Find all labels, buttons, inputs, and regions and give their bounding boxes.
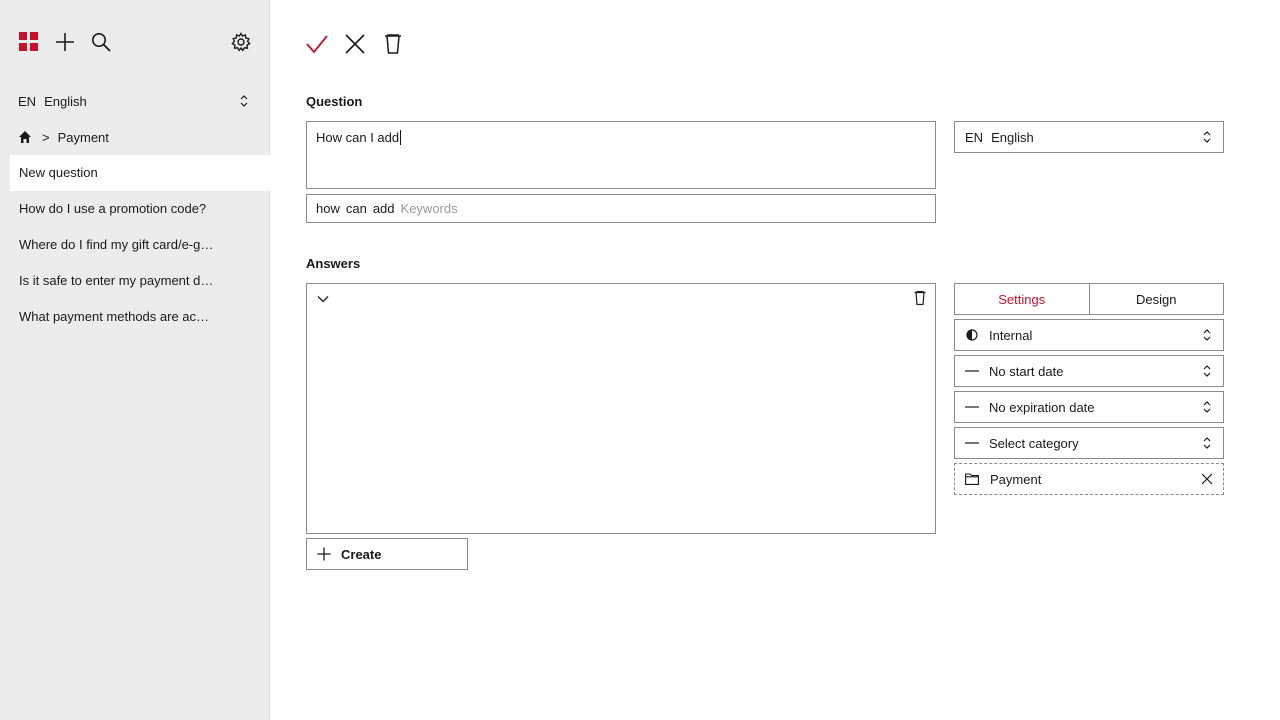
create-answer-button[interactable]: Create bbox=[306, 538, 468, 570]
breadcrumb-separator: > bbox=[42, 129, 50, 145]
expiration-date-value: No expiration date bbox=[989, 399, 1095, 415]
create-label: Create bbox=[341, 546, 382, 562]
plus-icon bbox=[317, 547, 331, 561]
breadcrumb: > Payment bbox=[18, 126, 109, 148]
editor-toolbar bbox=[305, 30, 405, 58]
updown-icon bbox=[1203, 401, 1211, 413]
updown-icon bbox=[1203, 437, 1211, 449]
updown-icon bbox=[1203, 131, 1211, 143]
home-icon[interactable] bbox=[18, 130, 32, 144]
keywords-input[interactable] bbox=[400, 201, 601, 216]
visibility-value: Internal bbox=[989, 327, 1033, 343]
question-heading: Question bbox=[306, 94, 363, 109]
expiration-date-select[interactable]: No expiration date bbox=[954, 391, 1224, 423]
question-language-select[interactable]: EN English bbox=[954, 121, 1224, 153]
dash-icon bbox=[965, 406, 979, 408]
apps-grid-icon[interactable] bbox=[18, 31, 40, 53]
keyword-tag[interactable]: add bbox=[373, 201, 395, 216]
keywords-field[interactable]: how can add bbox=[306, 194, 936, 223]
breadcrumb-current[interactable]: Payment bbox=[58, 130, 109, 145]
language-code: EN bbox=[965, 129, 984, 145]
category-placeholder: Select category bbox=[989, 435, 1079, 451]
language-name: English bbox=[44, 93, 87, 109]
start-date-value: No start date bbox=[989, 363, 1064, 379]
updown-icon bbox=[1203, 329, 1211, 341]
dash-icon bbox=[965, 370, 979, 372]
question-list: New question How do I use a promotion co… bbox=[10, 155, 270, 335]
folder-icon bbox=[965, 473, 979, 485]
dash-icon bbox=[965, 442, 979, 444]
answers-heading: Answers bbox=[306, 256, 361, 271]
list-item[interactable]: How do I use a promotion code? bbox=[10, 191, 270, 227]
answer-editor[interactable] bbox=[306, 283, 936, 534]
category-select[interactable]: Select category bbox=[954, 427, 1224, 459]
search-icon[interactable] bbox=[90, 31, 112, 53]
tab-design[interactable]: Design bbox=[1088, 284, 1224, 314]
chevron-down-icon[interactable] bbox=[316, 292, 330, 306]
keyword-tag[interactable]: how bbox=[316, 201, 340, 216]
text-caret bbox=[400, 130, 402, 145]
question-input[interactable]: How can I add bbox=[306, 121, 936, 189]
settings-tabs: Settings Design bbox=[954, 283, 1224, 315]
tab-settings[interactable]: Settings bbox=[955, 284, 1089, 314]
updown-icon bbox=[1203, 365, 1211, 377]
list-item[interactable]: What payment methods are accepted? bbox=[10, 299, 270, 335]
sidebar: EN English > Payment New question How do… bbox=[0, 0, 270, 720]
cancel-button[interactable] bbox=[343, 30, 367, 58]
updown-icon bbox=[240, 95, 248, 107]
sidebar-toolbar bbox=[0, 0, 270, 84]
category-name: Payment bbox=[990, 471, 1042, 487]
trash-icon bbox=[385, 34, 401, 54]
list-item[interactable]: New question bbox=[10, 155, 270, 191]
gear-icon[interactable] bbox=[230, 31, 252, 53]
list-item[interactable]: Where do I find my gift card/e-gift card… bbox=[10, 227, 270, 263]
save-button[interactable] bbox=[305, 30, 329, 58]
question-text: How can I add bbox=[316, 130, 400, 145]
check-icon bbox=[306, 35, 328, 54]
sidebar-language-select[interactable]: EN English bbox=[18, 90, 250, 112]
selected-category-chip: Payment bbox=[954, 463, 1224, 495]
delete-button[interactable] bbox=[381, 30, 405, 58]
close-icon bbox=[345, 34, 365, 54]
close-icon[interactable] bbox=[1201, 473, 1213, 485]
keyword-tag[interactable]: can bbox=[346, 201, 367, 216]
half-circle-icon bbox=[965, 329, 979, 341]
start-date-select[interactable]: No start date bbox=[954, 355, 1224, 387]
plus-icon[interactable] bbox=[54, 31, 76, 53]
language-name: English bbox=[991, 129, 1034, 145]
list-item[interactable]: Is it safe to enter my payment details? bbox=[10, 263, 270, 299]
visibility-select[interactable]: Internal bbox=[954, 319, 1224, 351]
trash-icon[interactable] bbox=[914, 291, 926, 305]
language-code: EN bbox=[18, 93, 37, 109]
